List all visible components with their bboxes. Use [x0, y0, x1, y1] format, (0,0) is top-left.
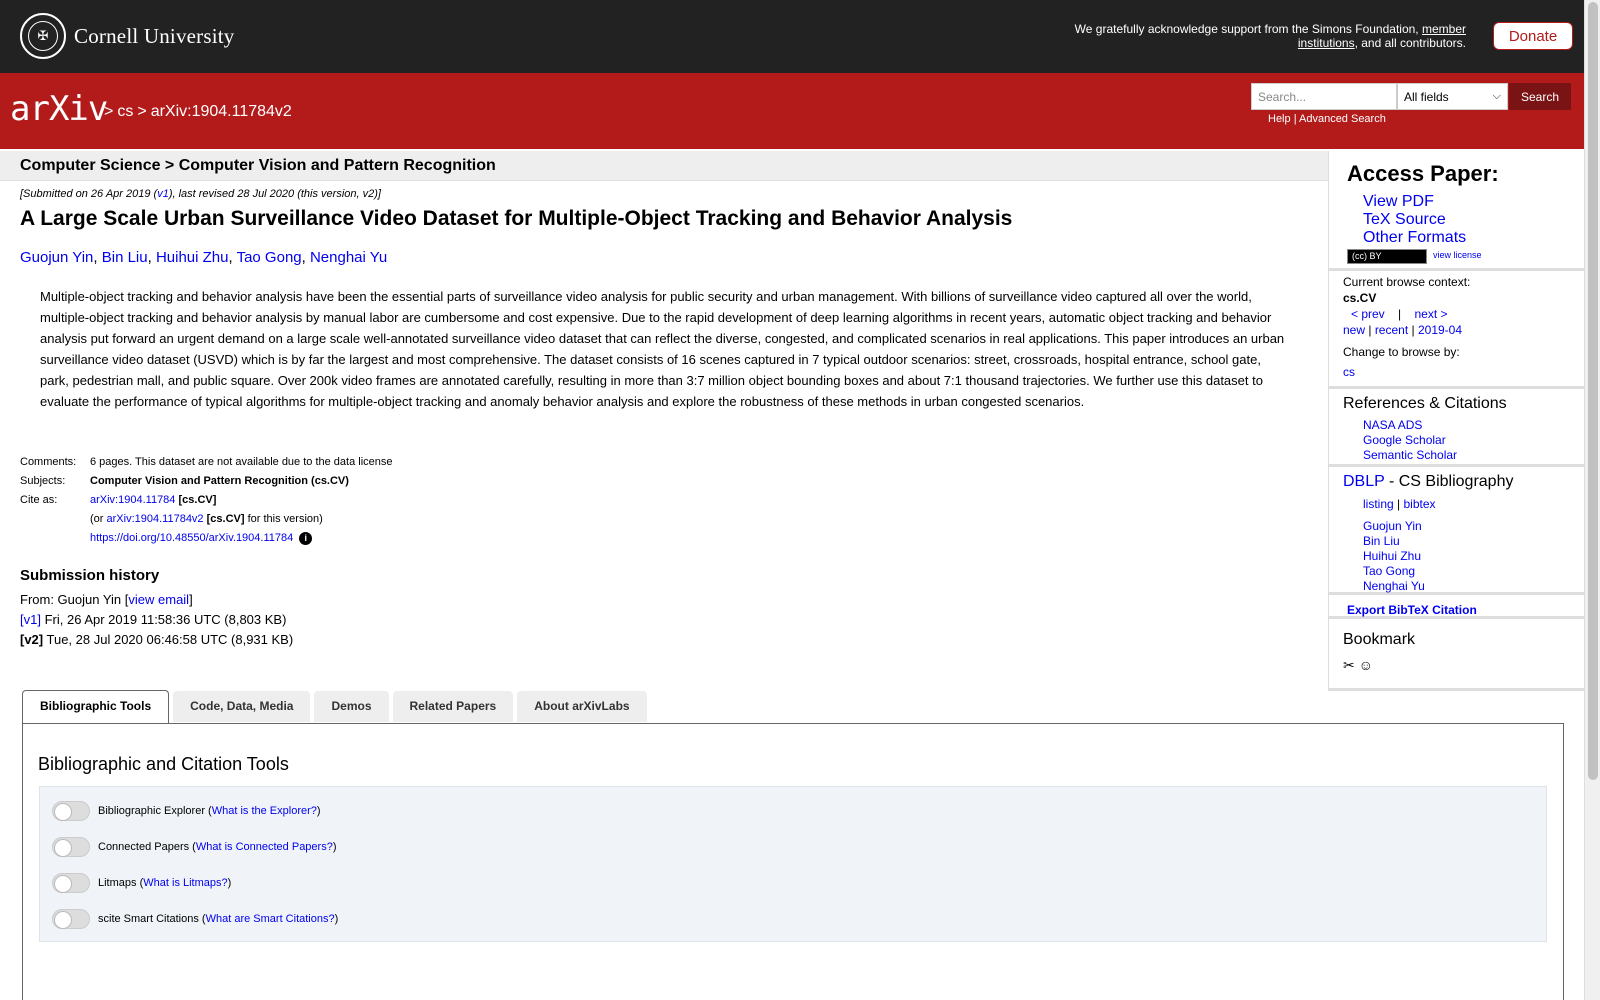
author-link[interactable]: Tao Gong — [237, 249, 302, 266]
dblp-link[interactable]: DBLP — [1343, 473, 1385, 490]
cite-link[interactable]: arXiv:1904.11784 — [90, 494, 175, 506]
author-link[interactable]: Nenghai Yu — [310, 249, 387, 266]
search-input[interactable]: Search... — [1251, 83, 1397, 110]
tex-source-link[interactable]: TeX Source — [1363, 211, 1446, 228]
submission-date: [Submitted on 26 Apr 2019 (v1), last rev… — [20, 188, 381, 200]
breadcrumb: > cs > arXiv:1904.11784v2 — [104, 103, 292, 120]
cornell-logo[interactable]: ✠ Cornell University — [20, 13, 235, 59]
bibliographic-explorer-toggle[interactable] — [52, 801, 90, 821]
month-link[interactable]: 2019-04 — [1418, 323, 1462, 337]
advanced-search-link[interactable]: Advanced Search — [1299, 113, 1386, 125]
view-pdf-link[interactable]: View PDF — [1363, 193, 1434, 210]
references-links: NASA ADS Google Scholar Semantic Scholar — [1363, 418, 1457, 463]
dblp-author-link[interactable]: Tao Gong — [1363, 564, 1415, 578]
dblp-author-link[interactable]: Guojun Yin — [1363, 519, 1422, 533]
tab-related-papers[interactable]: Related Papers — [392, 691, 514, 722]
scite-toggle[interactable] — [52, 909, 90, 929]
tab-demos[interactable]: Demos — [314, 691, 389, 722]
breadcrumb-paper-id[interactable]: arXiv:1904.11784v2 — [151, 103, 292, 120]
tool-help-link[interactable]: What is Connected Papers? — [196, 841, 333, 853]
export-bibtex-link[interactable]: Export BibTeX Citation — [1347, 603, 1477, 617]
litmaps-toggle[interactable] — [52, 873, 90, 893]
dblp-author-link[interactable]: Nenghai Yu — [1363, 579, 1425, 593]
tool-row: Bibliographic Explorer (What is the Expl… — [52, 801, 321, 821]
tool-row: scite Smart Citations (What are Smart Ci… — [52, 909, 338, 929]
info-icon[interactable]: i — [299, 532, 313, 545]
cc-by-license-icon[interactable]: (cc) BY — [1347, 249, 1427, 264]
breadcrumb-cs[interactable]: cs — [117, 103, 133, 120]
cornell-name: Cornell University — [74, 23, 235, 48]
support-text: We gratefully acknowledge support from t… — [1074, 22, 1466, 50]
listing-link[interactable]: listing — [1363, 497, 1394, 511]
abstract: Multiple-object tracking and behavior an… — [40, 289, 1285, 409]
author-link[interactable]: Huihui Zhu — [156, 249, 229, 266]
arxiv-logo[interactable]: arXiv — [10, 89, 108, 129]
tab-bar: Bibliographic Tools Code, Data, Media De… — [22, 690, 651, 723]
tool-help-link[interactable]: What is Litmaps? — [143, 877, 227, 889]
tab-bibliographic-tools[interactable]: Bibliographic Tools — [22, 690, 170, 723]
cite-v2-link[interactable]: arXiv:1904.11784v2 — [107, 513, 204, 525]
comments-value: 6 pages. This dataset are not available … — [90, 456, 393, 468]
view-email-link[interactable]: view email — [128, 592, 189, 607]
dblp-author-link[interactable]: Bin Liu — [1363, 534, 1400, 548]
subjects-value: Computer Vision and Pattern Recognition … — [90, 475, 349, 487]
panel-title: Bibliographic and Citation Tools — [38, 754, 289, 774]
connected-papers-toggle[interactable] — [52, 837, 90, 857]
arxiv-header: arXiv > cs > arXiv:1904.11784v2 Search... A… — [0, 73, 1584, 149]
reddit-icon[interactable]: ☺ — [1359, 657, 1373, 673]
subject-bar: Computer Science > Computer Vision and P… — [0, 151, 1328, 181]
bibtex-link[interactable]: bibtex — [1403, 497, 1435, 511]
tab-about-arxivlabs[interactable]: About arXivLabs — [517, 691, 647, 722]
cornell-bar: ✠ Cornell University We gratefully ackno… — [0, 0, 1584, 73]
tool-help-link[interactable]: What is the Explorer? — [212, 805, 317, 817]
donate-button[interactable]: Donate — [1493, 22, 1573, 50]
tab-panel: Bibliographic and Citation Tools Bibliog… — [22, 723, 1564, 1000]
submission-history-title: Submission history — [20, 567, 160, 584]
bibsonomy-icon[interactable]: ✂ — [1343, 657, 1355, 673]
tool-row: Connected Papers (What is Connected Pape… — [52, 837, 337, 857]
access-paper-title: Access Paper: — [1347, 161, 1499, 186]
new-link[interactable]: new — [1343, 323, 1365, 337]
browse-context: Current browse context: cs.CV < prev | n… — [1343, 275, 1471, 379]
tool-row: Litmaps (What is Litmaps?) — [52, 873, 231, 893]
v1-version-link[interactable]: [v1] — [20, 612, 41, 627]
doi-link[interactable]: https://doi.org/10.48550/arXiv.1904.1178… — [90, 532, 293, 544]
sidebar: Access Paper: View PDF TeX Source Other … — [1328, 151, 1585, 691]
references-title: References & Citations — [1343, 395, 1507, 412]
recent-link[interactable]: recent — [1375, 323, 1408, 337]
scrollbar[interactable] — [1584, 0, 1600, 1000]
google-scholar-link[interactable]: Google Scholar — [1363, 433, 1446, 447]
author-link[interactable]: Bin Liu — [102, 249, 148, 266]
bookmark-title: Bookmark — [1343, 631, 1416, 648]
tool-help-link[interactable]: What are Smart Citations? — [206, 913, 335, 925]
chevron-down-icon: ⌵ — [1492, 90, 1501, 102]
search-button[interactable]: Search — [1509, 83, 1571, 110]
tab-code-data-media[interactable]: Code, Data, Media — [173, 691, 311, 722]
dblp-author-link[interactable]: Huihui Zhu — [1363, 549, 1421, 563]
paper-title: A Large Scale Urban Surveillance Video D… — [20, 207, 1013, 230]
context-value: cs.CV — [1343, 291, 1377, 305]
prev-link[interactable]: < prev — [1351, 307, 1385, 321]
browse-cs-link[interactable]: cs — [1343, 365, 1355, 379]
metadata-table: Comments: 6 pages. This dataset are not a… — [20, 456, 393, 545]
dblp-title: DBLP - CS Bibliography — [1343, 473, 1514, 490]
scrollbar-thumb[interactable] — [1588, 2, 1598, 780]
dblp-links: listing | bibtex Guojun Yin Bin Liu Huih… — [1363, 497, 1436, 593]
nasa-ads-link[interactable]: NASA ADS — [1363, 418, 1422, 432]
next-link[interactable]: next > — [1415, 307, 1448, 321]
search-field-select[interactable]: All fields ⌵ — [1397, 83, 1508, 110]
view-license-link[interactable]: view license — [1433, 250, 1482, 260]
author-link[interactable]: Guojun Yin — [20, 249, 93, 266]
help-link[interactable]: Help — [1268, 113, 1291, 125]
tools-box: Bibliographic Explorer (What is the Expl… — [39, 786, 1547, 942]
access-links: View PDF TeX Source Other Formats — [1363, 193, 1466, 247]
semantic-scholar-link[interactable]: Semantic Scholar — [1363, 448, 1457, 462]
help-links: Help | Advanced Search — [1268, 113, 1386, 125]
v1-link[interactable]: v1 — [157, 188, 169, 200]
bookmark-icons: ✂ ☺ — [1343, 657, 1373, 674]
author-list: Guojun Yin, Bin Liu, Huihui Zhu, Tao Gon… — [20, 249, 388, 266]
other-formats-link[interactable]: Other Formats — [1363, 229, 1466, 246]
submission-history: From: Guojun Yin [view email] [v1] Fri, … — [20, 592, 294, 647]
cornell-seal-icon: ✠ — [20, 13, 66, 59]
